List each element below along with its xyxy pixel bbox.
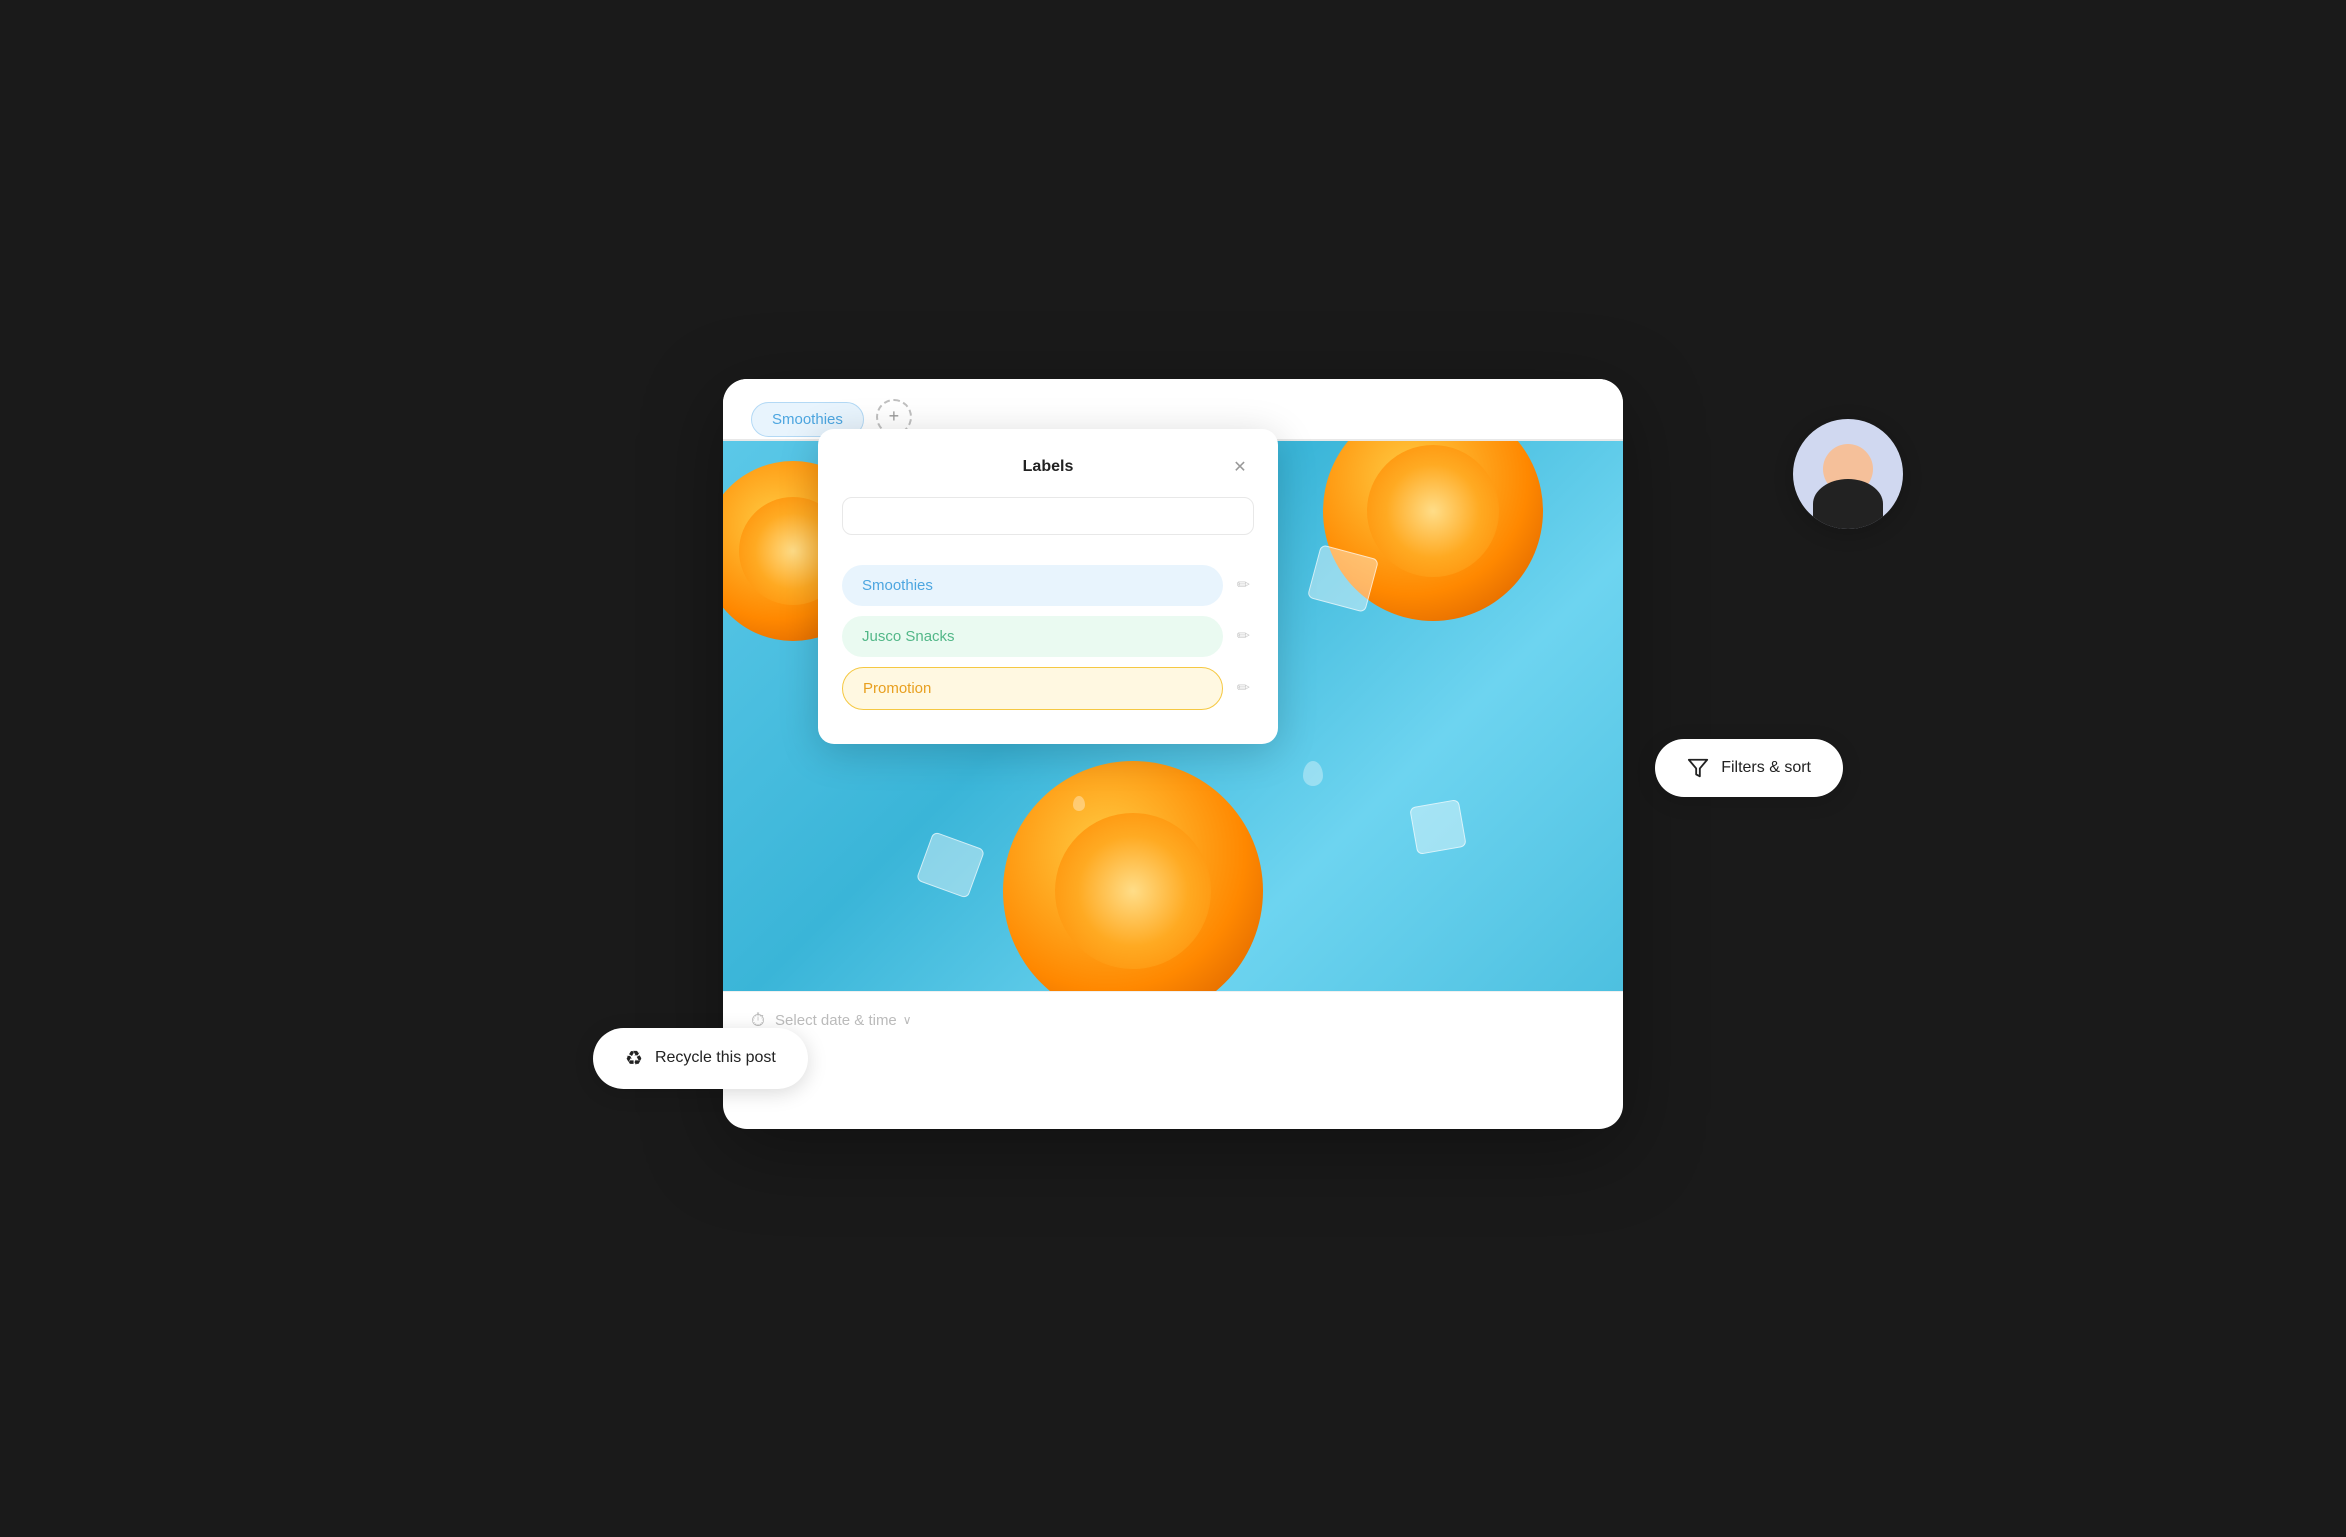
edit-jusco-snacks-icon[interactable]: ✏ [1233, 622, 1254, 650]
orange-decoration-2 [1003, 761, 1263, 991]
water-drop-4 [1073, 796, 1085, 811]
dropdown-header: Labels ✕ [842, 453, 1254, 481]
search-wrapper: 🔍 [842, 497, 1254, 551]
recycle-post-button[interactable]: ♻ Recycle this post [593, 1028, 808, 1089]
filters-sort-button[interactable]: Filters & sort [1655, 739, 1843, 797]
dropdown-title: Labels [870, 458, 1226, 476]
scene: Smoothies + ⏱ Select date & time ∨ [623, 319, 1723, 1219]
date-placeholder: Select date & time [775, 1012, 897, 1029]
ice-cube-2 [1409, 799, 1467, 855]
label-jusco-snacks[interactable]: Jusco Snacks [842, 616, 1223, 657]
labels-search-input[interactable] [842, 497, 1254, 535]
filters-label: Filters & sort [1721, 759, 1811, 777]
label-row-smoothies: Smoothies ✏ [842, 565, 1254, 606]
avatar-body [1813, 479, 1883, 529]
recycle-icon: ♻ [625, 1046, 643, 1071]
edit-smoothies-icon[interactable]: ✏ [1233, 571, 1254, 599]
chevron-down-icon: ∨ [903, 1013, 912, 1027]
avatar [1793, 419, 1903, 529]
date-time-selector[interactable]: Select date & time ∨ [775, 1012, 912, 1029]
recycle-label: Recycle this post [655, 1049, 776, 1067]
ice-cube-3 [916, 831, 985, 899]
bottom-bar: ⏱ Select date & time ∨ [723, 991, 1623, 1049]
avatar-person [1808, 434, 1888, 529]
labels-dropdown: Labels ✕ 🔍 Smoothies ✏ Jusco Snacks ✏ Pr… [818, 429, 1278, 744]
label-promotion[interactable]: Promotion [842, 667, 1223, 710]
filter-icon [1687, 757, 1709, 779]
edit-promotion-icon[interactable]: ✏ [1233, 674, 1254, 702]
water-drop-3 [1303, 761, 1323, 786]
label-row-jusco-snacks: Jusco Snacks ✏ [842, 616, 1254, 657]
label-smoothies[interactable]: Smoothies [842, 565, 1223, 606]
label-row-promotion: Promotion ✏ [842, 667, 1254, 710]
close-button[interactable]: ✕ [1226, 453, 1254, 481]
